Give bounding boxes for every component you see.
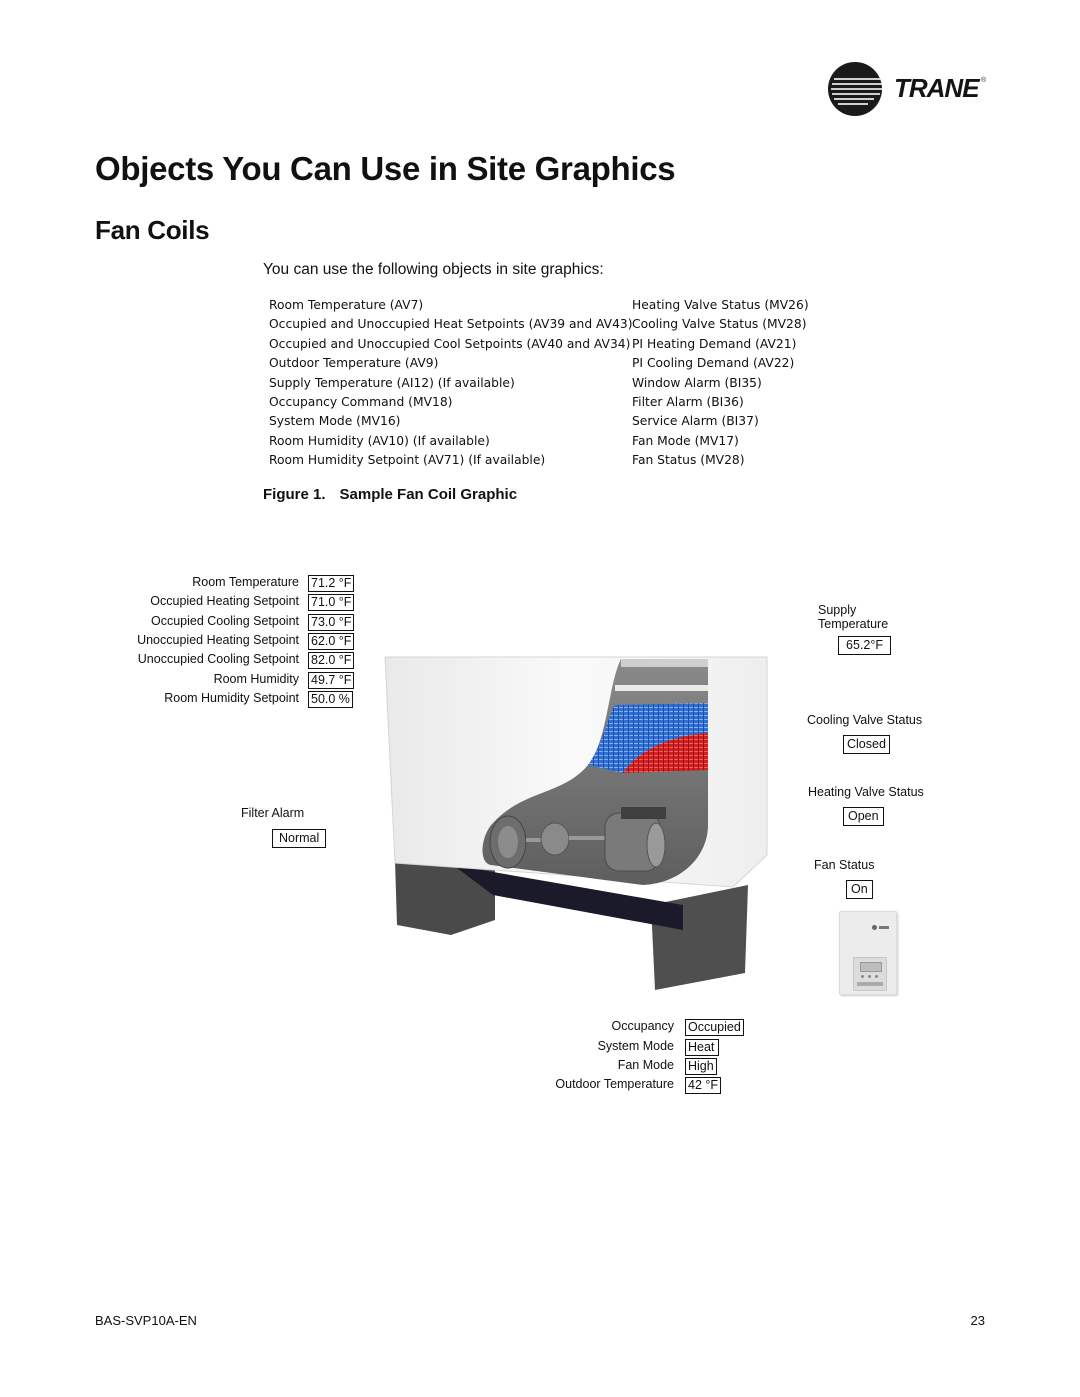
heating-valve-status-label: Heating Valve Status [808,785,924,799]
point-label: Unoccupied Cooling Setpoint [137,652,299,666]
filter-alarm-value[interactable]: Normal [272,829,327,848]
thermostat-panel [853,957,887,991]
occupied-heating-setpoint-value[interactable]: 71.0 °F [308,594,355,611]
section-title: Fan Coils [95,215,210,245]
supply-temperature-value[interactable]: 65.2°F [838,636,891,655]
object-item: Room Temperature (AV7) [269,298,424,312]
room-humidity-value[interactable]: 49.7 °F [308,672,355,689]
cabinet-leg-right [651,885,748,990]
point-label: Occupied Cooling Setpoint [150,614,299,628]
object-item: Occupied and Unoccupied Cool Setpoints (… [269,336,631,351]
room-humidity-setpoint-value[interactable]: 50.0 % [308,691,353,708]
unoccupied-heating-setpoint-value[interactable]: 62.0 °F [308,633,355,650]
trane-logo-text: TRANE [894,73,980,103]
object-item: Fan Status (MV28) [632,453,745,468]
objects-list-right: Heating Valve Status (MV26) Cooling Valv… [632,296,809,471]
point-label: Unoccupied Heating Setpoint [137,633,299,647]
intro-text: You can use the following objects in sit… [263,261,604,278]
point-label: Fan Mode [617,1058,674,1072]
fan-status-label: Fan Status [814,858,875,872]
occupancy-value[interactable]: Occupied [685,1019,744,1036]
point-label: Room Humidity Setpoint [164,691,299,705]
fan-motor [540,822,570,856]
trane-logo-disc-icon [828,62,882,116]
object-item: PI Cooling Demand (AV22) [632,356,795,371]
room-temperature-value[interactable]: 71.2 °F [308,575,355,592]
object-item: Room Humidity Setpoint (AV71) (If availa… [269,453,546,468]
page-title: Objects You Can Use in Site Graphics [95,150,676,187]
registered-mark: ® [981,77,987,84]
fan-coil-unit-illustration [384,656,768,990]
cooling-valve-status-value[interactable]: Closed [843,735,890,754]
object-item: Window Alarm (BI35) [632,375,762,390]
fan-mode-value[interactable]: High [685,1058,717,1075]
filter-alarm-label: Filter Alarm [241,806,305,820]
footer-page-number: 23 [970,1313,985,1328]
thermostat-logo-text [879,926,889,929]
object-item: Outdoor Temperature (AV9) [269,356,439,371]
object-item: Fan Mode (MV17) [632,433,739,448]
object-item: Room Humidity (AV10) (If available) [269,433,490,448]
heating-valve-status-value[interactable]: Open [843,807,884,826]
object-item: Occupied and Unoccupied Heat Setpoints (… [269,317,633,332]
footer-doc-id: BAS-SVP10A-EN [95,1313,197,1328]
point-label: Occupancy [611,1019,674,1033]
supply-temperature-label-line1: Supply [818,603,857,617]
objects-list-left: Room Temperature (AV7) Occupied and Unoc… [269,296,633,471]
object-item: Occupancy Command (MV18) [269,395,453,410]
thermostat-display [860,962,882,972]
object-item: Filter Alarm (BI36) [632,395,744,410]
system-mode-value[interactable]: Heat [685,1039,720,1056]
occupied-cooling-setpoint-value[interactable]: 73.0 °F [308,614,355,631]
object-item: Cooling Valve Status (MV28) [632,317,807,332]
figure-caption: Figure 1. Sample Fan Coil Graphic [263,486,517,503]
supply-temperature-label-line2: Temperature [818,617,889,631]
unoccupied-cooling-setpoint-value[interactable]: 82.0 °F [308,652,355,669]
thermostat-logo-dot [872,925,877,930]
object-item: Supply Temperature (AI12) (If available) [269,375,515,390]
point-label: System Mode [597,1039,674,1053]
trane-logo: TRANE ® [828,62,993,118]
point-label: Room Humidity [213,672,299,686]
object-item: Heating Valve Status (MV26) [632,298,809,312]
object-item: PI Heating Demand (AV21) [632,336,797,351]
thermostat-icon [839,911,897,995]
object-item: System Mode (MV16) [269,414,401,429]
cooling-valve-status-label: Cooling Valve Status [807,713,923,727]
point-label: Occupied Heating Setpoint [150,594,299,608]
outdoor-temperature-value[interactable]: 42 °F [685,1077,722,1094]
point-label: Room Temperature [192,575,299,589]
figure-title: Sample Fan Coil Graphic [339,486,518,503]
fan-status-value[interactable]: On [846,880,873,899]
figure-number: Figure 1. [263,486,326,503]
point-label: Outdoor Temperature [555,1077,674,1091]
object-item: Service Alarm (BI37) [632,414,759,429]
